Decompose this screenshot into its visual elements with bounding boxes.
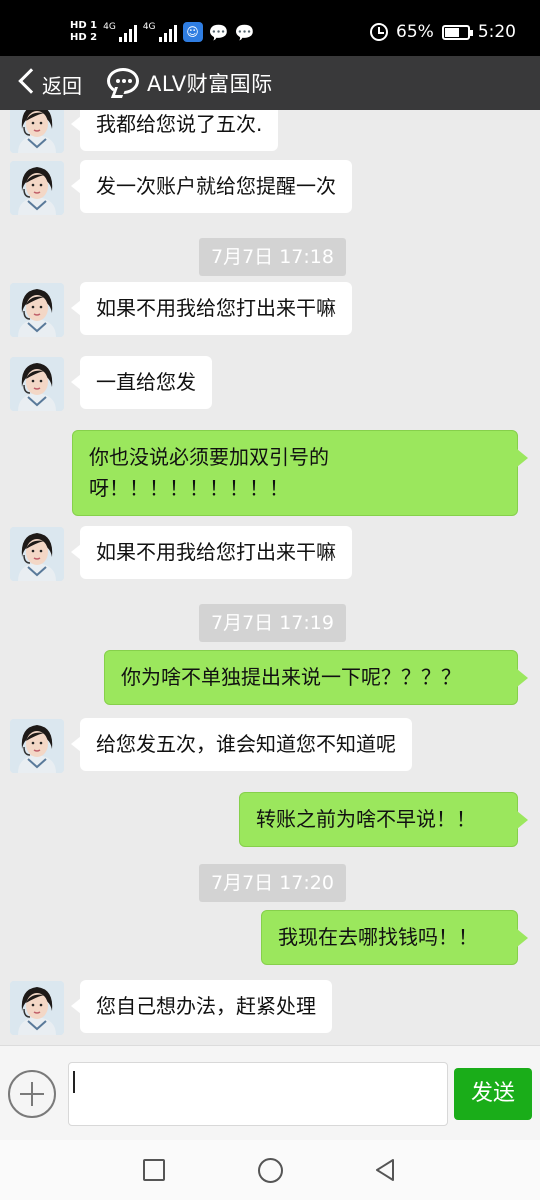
- status-left-icons: HD 1 HD 2 4G 4G ☺ 💬 💬: [70, 16, 254, 48]
- timestamp-divider: 7月7日 17:19: [199, 604, 346, 642]
- chat-message-list[interactable]: 我都给您说了五次. 发一次账户就给您提醒一次 7月7日 17:18 如果不用我给您打出…: [0, 110, 540, 1045]
- avatar[interactable]: [10, 527, 64, 581]
- outgoing-message[interactable]: 转账之前为啥不早说！！: [239, 792, 528, 847]
- signal-icon: 4G: [143, 22, 177, 42]
- outgoing-message[interactable]: 我现在去哪找钱吗！！: [261, 910, 528, 965]
- status-bar: HD 1 HD 2 4G 4G ☺ 💬 💬 65% 5:20: [0, 0, 540, 56]
- timestamp-divider: 7月7日 17:18: [199, 238, 346, 276]
- recent-apps-icon[interactable]: [143, 1159, 165, 1181]
- incoming-message[interactable]: 我都给您说了五次.: [70, 110, 279, 151]
- message-icon: 💬: [208, 22, 229, 42]
- system-nav-bar: [0, 1140, 540, 1200]
- input-bar: 发送: [0, 1045, 540, 1140]
- status-time: 5:20: [477, 22, 516, 42]
- battery-icon: [441, 24, 473, 40]
- home-icon[interactable]: [258, 1158, 283, 1183]
- incoming-message[interactable]: 如果不用我给您打出来干嘛: [71, 526, 352, 579]
- outgoing-message[interactable]: 你为啥不单独提出来说一下呢？？？？: [104, 650, 528, 705]
- back-label: 返回: [42, 74, 82, 98]
- battery-percent: 65%: [396, 22, 434, 42]
- back-triangle-icon[interactable]: [373, 1158, 397, 1182]
- app-icon: ☺: [182, 22, 203, 42]
- signal-icon: 4G: [103, 22, 137, 42]
- incoming-message[interactable]: 一直给您发: [71, 356, 212, 409]
- avatar[interactable]: [10, 981, 64, 1035]
- timestamp-divider: 7月7日 17:20: [199, 864, 346, 902]
- avatar[interactable]: [10, 283, 64, 337]
- network-label: 4G: [142, 22, 156, 32]
- status-right-icons: 65% 5:20: [370, 18, 516, 46]
- send-button[interactable]: 发送: [454, 1068, 532, 1120]
- incoming-message[interactable]: 发一次账户就给您提醒一次: [71, 160, 352, 213]
- hd1-label: HD 1: [70, 20, 98, 31]
- incoming-message[interactable]: 给您发五次，谁会知道您不知道呢: [71, 718, 412, 771]
- incoming-message[interactable]: 您自己想办法，赶紧处理: [71, 980, 332, 1033]
- text-caret: [73, 1071, 75, 1093]
- chevron-left-icon: [18, 68, 44, 94]
- avatar[interactable]: [10, 719, 64, 773]
- message-input[interactable]: [68, 1062, 448, 1126]
- battery-fill: [444, 27, 460, 37]
- hd-icon: HD 1 HD 2: [70, 20, 97, 44]
- alarm-icon: [370, 23, 389, 41]
- chat-title: ALV财富国际: [147, 72, 273, 96]
- hd2-label: HD 2: [70, 32, 98, 43]
- chat-bubble-icon: [107, 68, 139, 94]
- wechat-icon: 💬: [234, 22, 255, 42]
- back-button[interactable]: 返回: [8, 56, 84, 110]
- chat-header: 返回 ALV财富国际: [0, 56, 540, 110]
- avatar[interactable]: [10, 161, 64, 215]
- avatar[interactable]: [10, 357, 64, 411]
- network-label: 4G: [103, 22, 116, 32]
- outgoing-message[interactable]: 你也没说必须要加双引号的 呀！！！！！！！！！: [72, 430, 528, 516]
- incoming-message[interactable]: 如果不用我给您打出来干嘛: [71, 282, 352, 335]
- avatar[interactable]: [10, 110, 64, 153]
- plus-icon[interactable]: [8, 1070, 56, 1118]
